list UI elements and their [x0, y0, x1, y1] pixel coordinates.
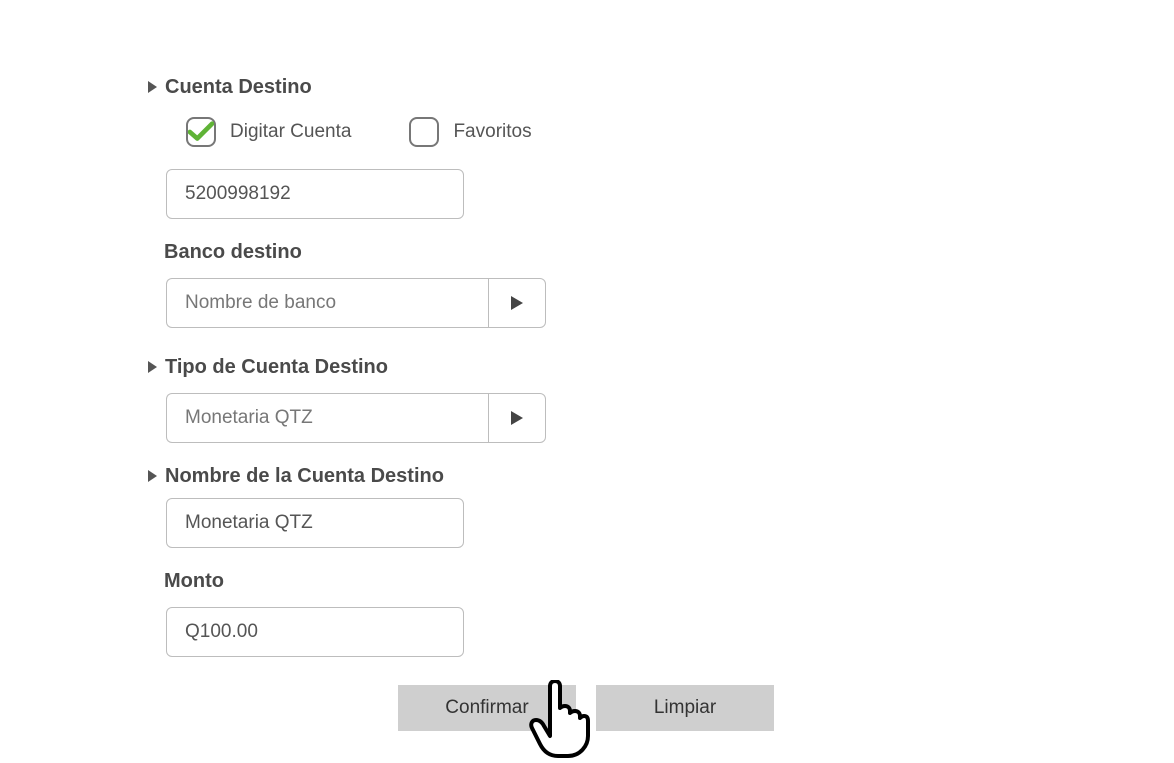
banco-destino-dropdown-button[interactable] [488, 278, 546, 328]
nombre-cuenta-value: Monetaria QTZ [185, 512, 313, 534]
monto-value: Q100.00 [185, 621, 258, 643]
caret-right-icon [511, 296, 523, 310]
banco-destino-label: Banco destino [164, 241, 788, 264]
tipo-cuenta-value[interactable]: Monetaria QTZ [166, 393, 488, 443]
caret-right-icon [148, 76, 157, 99]
account-number-input[interactable]: 5200998192 [166, 169, 464, 219]
caret-right-icon [511, 411, 523, 425]
action-buttons-row: Confirmar Limpiar [398, 685, 788, 731]
caret-right-icon [148, 465, 157, 488]
nombre-cuenta-input[interactable]: Monetaria QTZ [166, 498, 464, 548]
favoritos-option[interactable]: Favoritos [409, 117, 531, 147]
monto-label: Monto [164, 570, 788, 593]
limpiar-button[interactable]: Limpiar [596, 685, 774, 731]
section-nombre-cuenta-label: Nombre de la Cuenta Destino [165, 465, 444, 488]
digitar-cuenta-label: Digitar Cuenta [230, 121, 351, 143]
section-nombre-cuenta: Nombre de la Cuenta Destino [148, 465, 788, 488]
tipo-cuenta-dropdown-button[interactable] [488, 393, 546, 443]
digitar-cuenta-option[interactable]: Digitar Cuenta [186, 117, 351, 147]
section-cuenta-destino: Cuenta Destino [148, 76, 788, 99]
confirmar-button[interactable]: Confirmar [398, 685, 576, 731]
favoritos-label: Favoritos [453, 121, 531, 143]
check-icon [188, 121, 214, 143]
caret-right-icon [148, 356, 157, 379]
favoritos-checkbox[interactable] [409, 117, 439, 147]
section-cuenta-destino-label: Cuenta Destino [165, 76, 312, 99]
banco-destino-value[interactable]: Nombre de banco [166, 278, 488, 328]
account-input-mode-row: Digitar Cuenta Favoritos [186, 117, 788, 147]
section-tipo-cuenta-label: Tipo de Cuenta Destino [165, 356, 388, 379]
banco-destino-select[interactable]: Nombre de banco [166, 278, 546, 328]
transfer-form: Cuenta Destino Digitar Cuenta Favoritos … [148, 76, 788, 731]
monto-input[interactable]: Q100.00 [166, 607, 464, 657]
tipo-cuenta-select[interactable]: Monetaria QTZ [166, 393, 546, 443]
section-tipo-cuenta: Tipo de Cuenta Destino [148, 356, 788, 379]
account-number-value: 5200998192 [185, 183, 291, 205]
digitar-cuenta-checkbox[interactable] [186, 117, 216, 147]
